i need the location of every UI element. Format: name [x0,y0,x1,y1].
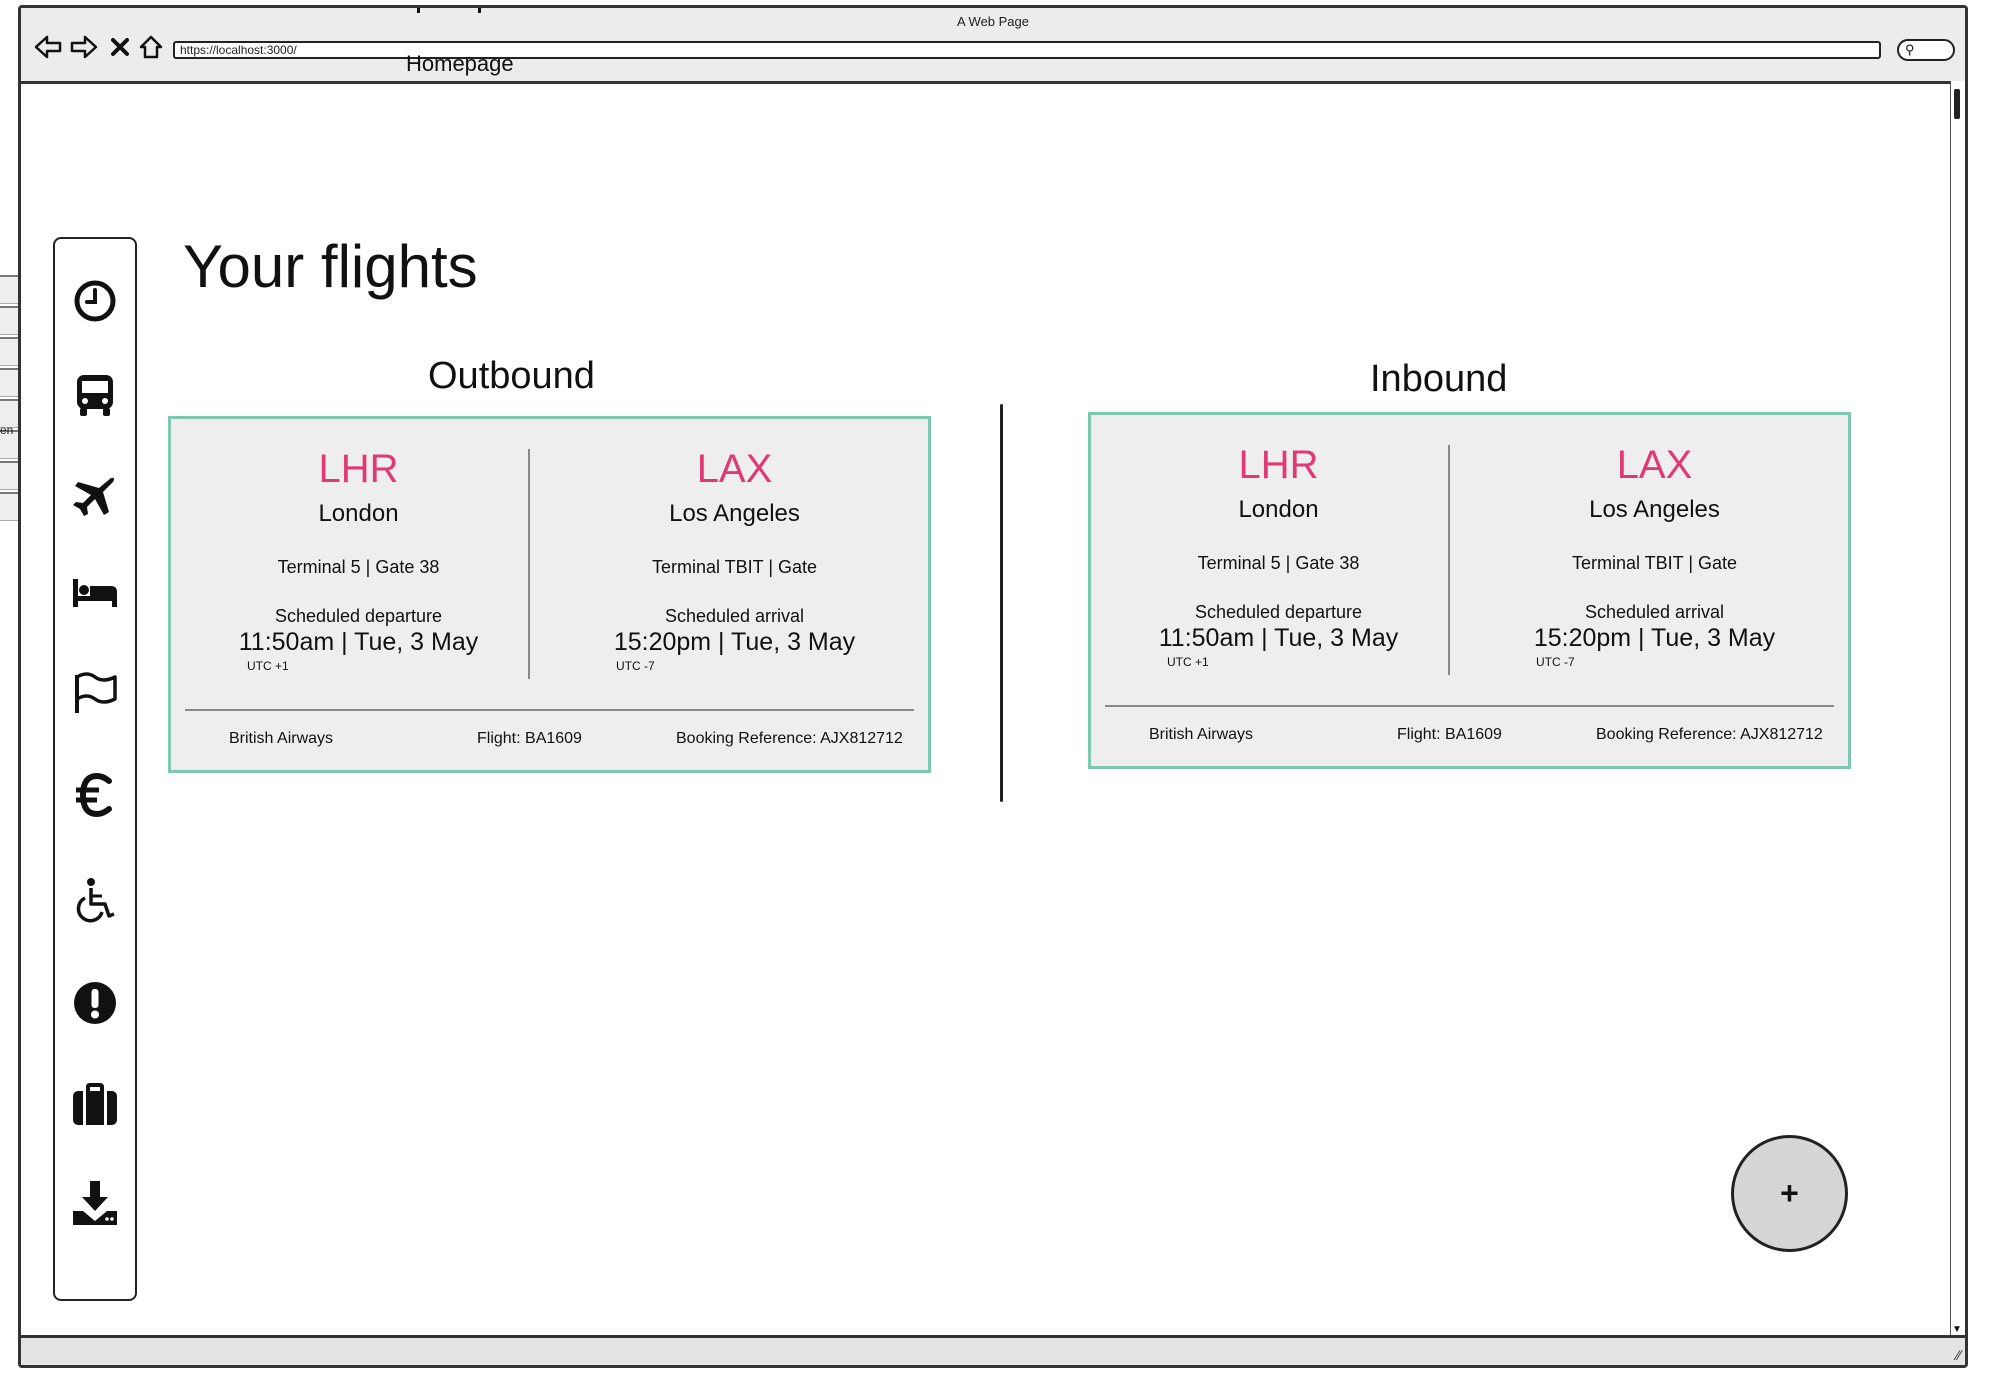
offscreen-panel-text: en [0,423,14,437]
browser-search-box[interactable]: ⚲ [1897,39,1955,61]
stop-icon[interactable] [105,32,135,62]
airport-city: Los Angeles [1589,496,1720,523]
utc-offset: UTC -7 [616,659,655,673]
terminal-gate: Terminal TBIT | Gate [651,557,818,577]
schedule-time: 11:50am | Tue, 3 May [1158,624,1399,652]
briefcase-icon[interactable] [69,1079,121,1131]
bus-icon[interactable] [69,369,121,421]
offscreen-panel-edge [0,275,18,530]
airport-city: Los Angeles [669,500,800,527]
resize-grip-icon[interactable]: ∕∕ [1956,1347,1961,1363]
sidebar-nav [53,237,137,1301]
airport-code: LAX [696,447,773,491]
wheelchair-icon[interactable] [69,874,121,926]
home-icon[interactable] [136,32,166,62]
schedule-label: Scheduled arrival [664,606,805,626]
schedule-time: 15:20pm | Tue, 3 May [1533,624,1776,652]
euro-icon[interactable] [69,769,121,821]
column-divider [1448,445,1450,675]
terminal-gate: Terminal TBIT | Gate [1571,553,1738,573]
airport-code: LAX [1616,443,1693,487]
airport-city: London [318,500,399,527]
inbound-flight-card[interactable]: LHR London Terminal 5 | Gate 38 Schedule… [1088,412,1851,769]
column-divider [528,449,530,679]
flight-number: Flight: BA1609 [477,730,582,747]
airport-city: London [1238,496,1319,523]
airport-code: LHR [318,447,399,491]
clock-icon[interactable] [69,275,121,327]
booking-reference: Booking Reference: AJX812712 [1596,726,1823,743]
scrollbar-thumb[interactable] [1954,89,1960,119]
tab-edge [417,8,481,13]
footer-divider [1105,705,1834,707]
title-bar: A Web Page https://localhost:3000/ ⚲ Hom… [21,8,1965,84]
window-title: A Web Page [956,14,1030,29]
schedule-label: Scheduled departure [1194,602,1363,622]
utc-offset: UTC +1 [1167,655,1209,669]
back-icon[interactable] [33,32,63,62]
booking-reference: Booking Reference: AJX812712 [676,730,903,747]
terminal-gate: Terminal 5 | Gate 38 [1197,553,1360,573]
vertical-scrollbar[interactable]: ▼ [1950,81,1965,1335]
alert-icon[interactable] [69,977,121,1029]
flight-number: Flight: BA1609 [1397,726,1502,743]
schedule-time: 15:20pm | Tue, 3 May [613,628,856,656]
utc-offset: UTC -7 [1536,655,1575,669]
airline-name: British Airways [1149,726,1254,743]
airport-code: LHR [1238,443,1319,487]
outbound-heading: Outbound [428,355,595,397]
inbound-heading: Inbound [1370,358,1508,400]
bed-icon[interactable] [69,567,121,619]
forward-icon[interactable] [69,32,99,62]
schedule-label: Scheduled arrival [1584,602,1725,622]
magnifier-icon: ⚲ [1905,42,1915,57]
outbound-flight-card[interactable]: LHR London Terminal 5 | Gate 38 Schedule… [168,416,931,773]
flag-icon[interactable] [69,667,121,719]
footer-divider [185,709,914,711]
download-icon[interactable] [69,1177,121,1229]
scroll-down-icon[interactable]: ▼ [1952,1325,1962,1335]
plane-icon[interactable] [69,470,121,522]
add-flight-button[interactable]: + [1731,1135,1848,1252]
schedule-time: 11:50am | Tue, 3 May [238,628,479,656]
utc-offset: UTC +1 [247,659,289,673]
section-divider [1000,404,1003,802]
page-tab-label[interactable]: Homepage [406,51,514,77]
schedule-label: Scheduled departure [274,606,443,626]
airline-name: British Airways [229,730,334,747]
terminal-gate: Terminal 5 | Gate 38 [277,557,440,577]
page-title: Your flights [183,233,478,300]
status-bar: ∕∕ [21,1335,1965,1365]
